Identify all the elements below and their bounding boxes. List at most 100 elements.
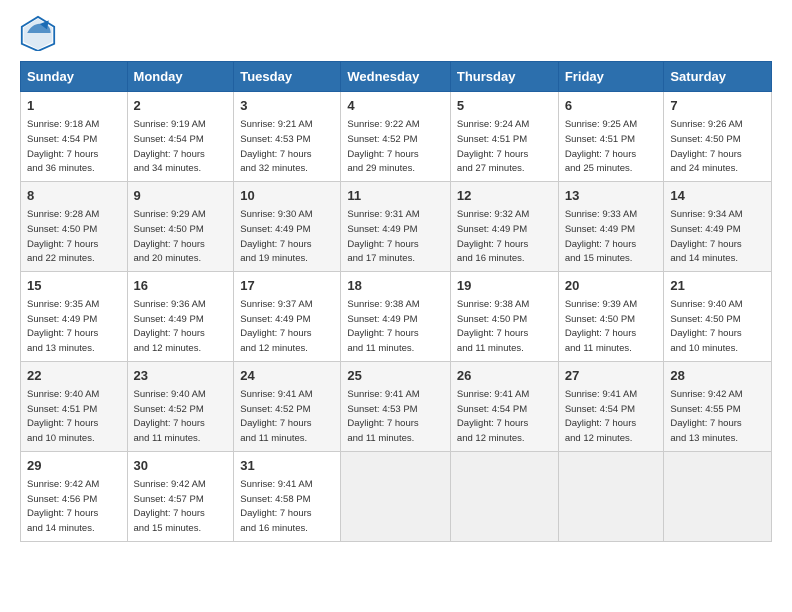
day-info: Sunrise: 9:32 AM Sunset: 4:49 PM Dayligh… <box>457 209 529 264</box>
calendar-day-cell: 14 Sunrise: 9:34 AM Sunset: 4:49 PM Dayli… <box>664 181 772 271</box>
calendar-day-cell: 20 Sunrise: 9:39 AM Sunset: 4:50 PM Dayli… <box>558 271 664 361</box>
calendar-day-cell: 1 Sunrise: 9:18 AM Sunset: 4:54 PM Daylig… <box>21 92 128 182</box>
calendar-day-cell: 9 Sunrise: 9:29 AM Sunset: 4:50 PM Daylig… <box>127 181 234 271</box>
day-info: Sunrise: 9:40 AM Sunset: 4:51 PM Dayligh… <box>27 389 99 444</box>
calendar-day-cell: 28 Sunrise: 9:42 AM Sunset: 4:55 PM Dayli… <box>664 361 772 451</box>
day-number: 30 <box>134 457 228 475</box>
calendar-header-row: SundayMondayTuesdayWednesdayThursdayFrid… <box>21 62 772 92</box>
day-info: Sunrise: 9:35 AM Sunset: 4:49 PM Dayligh… <box>27 299 99 354</box>
day-info: Sunrise: 9:22 AM Sunset: 4:52 PM Dayligh… <box>347 119 419 174</box>
calendar-day-cell <box>664 451 772 541</box>
day-number: 31 <box>240 457 334 475</box>
calendar-day-cell: 2 Sunrise: 9:19 AM Sunset: 4:54 PM Daylig… <box>127 92 234 182</box>
calendar-day-cell: 29 Sunrise: 9:42 AM Sunset: 4:56 PM Dayli… <box>21 451 128 541</box>
calendar-week-row: 15 Sunrise: 9:35 AM Sunset: 4:49 PM Dayli… <box>21 271 772 361</box>
day-number: 8 <box>27 187 121 205</box>
day-info: Sunrise: 9:34 AM Sunset: 4:49 PM Dayligh… <box>670 209 742 264</box>
day-number: 9 <box>134 187 228 205</box>
day-info: Sunrise: 9:41 AM Sunset: 4:53 PM Dayligh… <box>347 389 419 444</box>
calendar-day-cell: 8 Sunrise: 9:28 AM Sunset: 4:50 PM Daylig… <box>21 181 128 271</box>
day-number: 2 <box>134 97 228 115</box>
day-info: Sunrise: 9:40 AM Sunset: 4:52 PM Dayligh… <box>134 389 206 444</box>
calendar-day-cell: 31 Sunrise: 9:41 AM Sunset: 4:58 PM Dayli… <box>234 451 341 541</box>
day-info: Sunrise: 9:39 AM Sunset: 4:50 PM Dayligh… <box>565 299 637 354</box>
calendar-day-cell: 26 Sunrise: 9:41 AM Sunset: 4:54 PM Dayli… <box>450 361 558 451</box>
day-number: 6 <box>565 97 658 115</box>
day-number: 4 <box>347 97 444 115</box>
day-of-week-header: Friday <box>558 62 664 92</box>
day-number: 12 <box>457 187 552 205</box>
day-info: Sunrise: 9:21 AM Sunset: 4:53 PM Dayligh… <box>240 119 312 174</box>
day-info: Sunrise: 9:29 AM Sunset: 4:50 PM Dayligh… <box>134 209 206 264</box>
day-info: Sunrise: 9:31 AM Sunset: 4:49 PM Dayligh… <box>347 209 419 264</box>
calendar-day-cell: 12 Sunrise: 9:32 AM Sunset: 4:49 PM Dayli… <box>450 181 558 271</box>
day-of-week-header: Monday <box>127 62 234 92</box>
day-of-week-header: Thursday <box>450 62 558 92</box>
calendar-day-cell: 27Sunrise: 9:41 AM Sunset: 4:54 PM Dayli… <box>558 361 664 451</box>
calendar-day-cell: 21 Sunrise: 9:40 AM Sunset: 4:50 PM Dayli… <box>664 271 772 361</box>
day-number: 3 <box>240 97 334 115</box>
calendar-day-cell: 24 Sunrise: 9:41 AM Sunset: 4:52 PM Dayli… <box>234 361 341 451</box>
day-number: 24 <box>240 367 334 385</box>
day-info: Sunrise: 9:40 AM Sunset: 4:50 PM Dayligh… <box>670 299 742 354</box>
calendar-day-cell: 7Sunrise: 9:26 AM Sunset: 4:50 PM Daylig… <box>664 92 772 182</box>
day-info: Sunrise: 9:42 AM Sunset: 4:57 PM Dayligh… <box>134 479 206 534</box>
calendar-day-cell: 6Sunrise: 9:25 AM Sunset: 4:51 PM Daylig… <box>558 92 664 182</box>
day-number: 21 <box>670 277 765 295</box>
calendar-week-row: 22 Sunrise: 9:40 AM Sunset: 4:51 PM Dayli… <box>21 361 772 451</box>
calendar-day-cell: 25 Sunrise: 9:41 AM Sunset: 4:53 PM Dayli… <box>341 361 451 451</box>
day-info: Sunrise: 9:18 AM Sunset: 4:54 PM Dayligh… <box>27 119 99 174</box>
day-number: 14 <box>670 187 765 205</box>
day-number: 29 <box>27 457 121 475</box>
day-number: 1 <box>27 97 121 115</box>
day-info: Sunrise: 9:28 AM Sunset: 4:50 PM Dayligh… <box>27 209 99 264</box>
day-info: Sunrise: 9:41 AM Sunset: 4:58 PM Dayligh… <box>240 479 312 534</box>
day-number: 19 <box>457 277 552 295</box>
day-number: 11 <box>347 187 444 205</box>
day-number: 5 <box>457 97 552 115</box>
day-number: 27 <box>565 367 658 385</box>
calendar-day-cell: 15 Sunrise: 9:35 AM Sunset: 4:49 PM Dayli… <box>21 271 128 361</box>
day-info: Sunrise: 9:42 AM Sunset: 4:55 PM Dayligh… <box>670 389 742 444</box>
calendar-day-cell: 3 Sunrise: 9:21 AM Sunset: 4:53 PM Daylig… <box>234 92 341 182</box>
day-info: Sunrise: 9:38 AM Sunset: 4:50 PM Dayligh… <box>457 299 529 354</box>
calendar-day-cell: 11 Sunrise: 9:31 AM Sunset: 4:49 PM Dayli… <box>341 181 451 271</box>
day-info: Sunrise: 9:30 AM Sunset: 4:49 PM Dayligh… <box>240 209 312 264</box>
day-number: 13 <box>565 187 658 205</box>
calendar-day-cell <box>341 451 451 541</box>
day-info: Sunrise: 9:41 AM Sunset: 4:52 PM Dayligh… <box>240 389 312 444</box>
day-info: Sunrise: 9:36 AM Sunset: 4:49 PM Dayligh… <box>134 299 206 354</box>
day-number: 10 <box>240 187 334 205</box>
calendar-day-cell: 4 Sunrise: 9:22 AM Sunset: 4:52 PM Daylig… <box>341 92 451 182</box>
day-info: Sunrise: 9:19 AM Sunset: 4:54 PM Dayligh… <box>134 119 206 174</box>
calendar-day-cell <box>450 451 558 541</box>
day-info: Sunrise: 9:41 AM Sunset: 4:54 PM Dayligh… <box>457 389 529 444</box>
day-number: 18 <box>347 277 444 295</box>
day-number: 20 <box>565 277 658 295</box>
page: SundayMondayTuesdayWednesdayThursdayFrid… <box>0 0 792 612</box>
day-number: 28 <box>670 367 765 385</box>
day-info: Sunrise: 9:38 AM Sunset: 4:49 PM Dayligh… <box>347 299 419 354</box>
logo <box>20 15 62 51</box>
day-number: 22 <box>27 367 121 385</box>
day-info: Sunrise: 9:42 AM Sunset: 4:56 PM Dayligh… <box>27 479 99 534</box>
calendar-day-cell: 19 Sunrise: 9:38 AM Sunset: 4:50 PM Dayli… <box>450 271 558 361</box>
calendar-day-cell: 22 Sunrise: 9:40 AM Sunset: 4:51 PM Dayli… <box>21 361 128 451</box>
calendar-day-cell: 13Sunrise: 9:33 AM Sunset: 4:49 PM Dayli… <box>558 181 664 271</box>
calendar-day-cell <box>558 451 664 541</box>
day-number: 7 <box>670 97 765 115</box>
day-number: 25 <box>347 367 444 385</box>
calendar-day-cell: 16 Sunrise: 9:36 AM Sunset: 4:49 PM Dayli… <box>127 271 234 361</box>
day-info: Sunrise: 9:24 AM Sunset: 4:51 PM Dayligh… <box>457 119 529 174</box>
calendar-day-cell: 5 Sunrise: 9:24 AM Sunset: 4:51 PM Daylig… <box>450 92 558 182</box>
day-number: 26 <box>457 367 552 385</box>
day-number: 15 <box>27 277 121 295</box>
calendar-day-cell: 23Sunrise: 9:40 AM Sunset: 4:52 PM Dayli… <box>127 361 234 451</box>
calendar-week-row: 29 Sunrise: 9:42 AM Sunset: 4:56 PM Dayli… <box>21 451 772 541</box>
logo-icon <box>20 15 56 51</box>
header <box>20 15 772 51</box>
day-number: 16 <box>134 277 228 295</box>
day-info: Sunrise: 9:37 AM Sunset: 4:49 PM Dayligh… <box>240 299 312 354</box>
calendar-day-cell: 30 Sunrise: 9:42 AM Sunset: 4:57 PM Dayli… <box>127 451 234 541</box>
calendar-day-cell: 17Sunrise: 9:37 AM Sunset: 4:49 PM Dayli… <box>234 271 341 361</box>
